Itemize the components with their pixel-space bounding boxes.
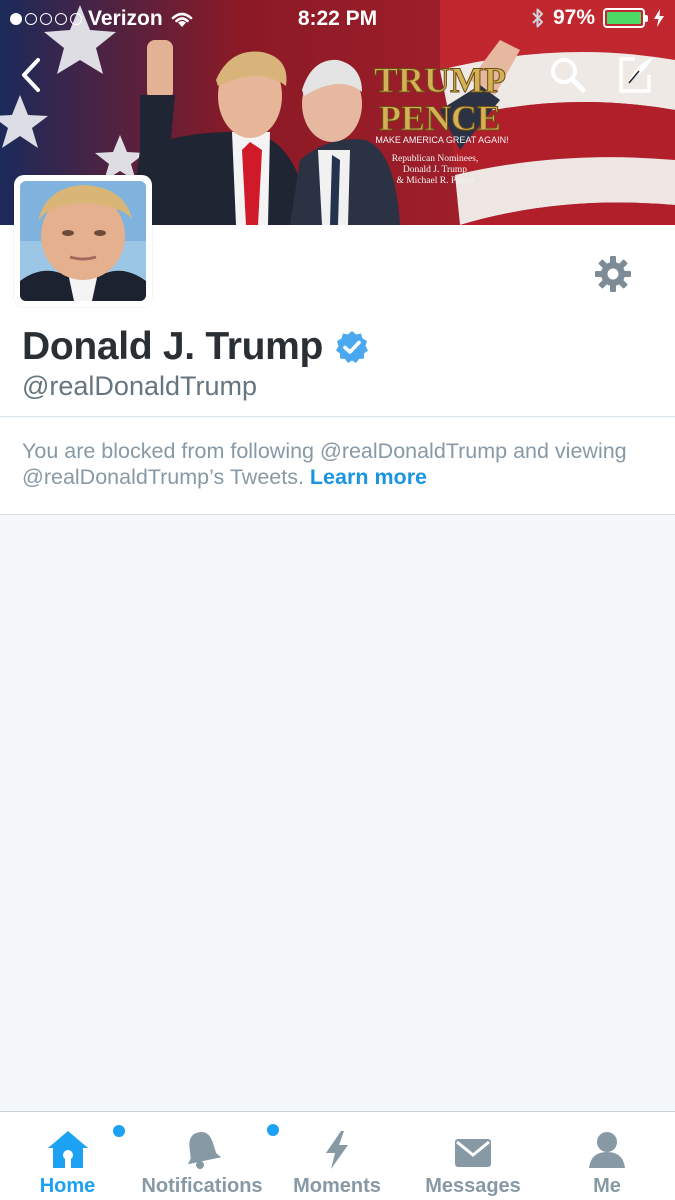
person-icon	[589, 1132, 625, 1168]
lightning-bolt-icon	[326, 1131, 348, 1169]
moments-icon-wrap	[322, 1112, 352, 1170]
avatar-photo	[20, 181, 146, 301]
gear-icon	[595, 256, 631, 292]
battery-icon	[603, 8, 648, 28]
avatar[interactable]	[14, 175, 152, 307]
compose-icon	[619, 57, 653, 93]
tab-messages[interactable]: Messages	[418, 1112, 528, 1200]
tab-home-label: Home	[39, 1175, 96, 1197]
screen-name: @realDonaldTrump	[22, 371, 257, 401]
status-right: 97%	[531, 6, 665, 30]
search-icon	[551, 58, 586, 93]
tab-notifications[interactable]: Notifications	[137, 1112, 279, 1200]
tab-moments[interactable]: Moments	[287, 1112, 387, 1200]
home-icon-wrap	[45, 1112, 125, 1170]
battery-percent: 97%	[552, 6, 595, 29]
home-icon	[47, 1131, 88, 1168]
display-name-row: Donald J. Trump	[22, 325, 369, 369]
tab-messages-label: Messages	[425, 1175, 521, 1197]
blocked-notice: You are blocked from following @realDona…	[0, 418, 675, 515]
verified-badge-icon	[336, 331, 369, 363]
bluetooth-icon	[532, 8, 543, 28]
profile-card: Donald J. Trump @realDonaldTrump	[0, 175, 675, 417]
home-unread-dot	[112, 1125, 125, 1137]
svg-text:Republican Nominees,: Republican Nominees,	[392, 154, 479, 164]
charging-bolt-icon	[654, 9, 664, 27]
chevron-left-icon	[22, 58, 40, 92]
tab-home[interactable]: Home	[20, 1112, 125, 1200]
svg-text:Donald J. Trump: Donald J. Trump	[403, 165, 467, 175]
profile-photo-image	[20, 181, 146, 301]
svg-text:MAKE AMERICA GREAT AGAIN!: MAKE AMERICA GREAT AGAIN!	[375, 135, 508, 145]
bell-icon	[187, 1132, 222, 1169]
tab-me-label: Me	[593, 1175, 621, 1197]
me-icon-wrap	[587, 1112, 627, 1170]
envelope-icon	[455, 1139, 491, 1167]
svg-text:TRUMP: TRUMP	[374, 60, 506, 100]
svg-text:PENCE: PENCE	[379, 98, 501, 138]
bottom-tab-bar: Home Notifications Moments Messages Me	[0, 1111, 675, 1200]
tab-moments-label: Moments	[293, 1175, 381, 1197]
settings-button[interactable]	[592, 253, 634, 295]
learn-more-link[interactable]: Learn more	[310, 465, 427, 489]
back-button[interactable]	[6, 50, 56, 100]
compose-tweet-button[interactable]	[610, 50, 660, 100]
status-bar: Verizon 8:22 PM 97%	[0, 0, 675, 38]
display-name: Donald J. Trump	[22, 325, 324, 368]
notifications-icon-wrap	[181, 1112, 279, 1170]
notifications-unread-dot	[267, 1124, 279, 1136]
tab-me[interactable]: Me	[577, 1112, 637, 1200]
messages-icon-wrap	[452, 1112, 494, 1170]
svg-text:& Michael R. Pence: & Michael R. Pence	[396, 176, 473, 186]
search-button[interactable]	[543, 50, 593, 100]
tab-notifications-label: Notifications	[141, 1175, 263, 1197]
